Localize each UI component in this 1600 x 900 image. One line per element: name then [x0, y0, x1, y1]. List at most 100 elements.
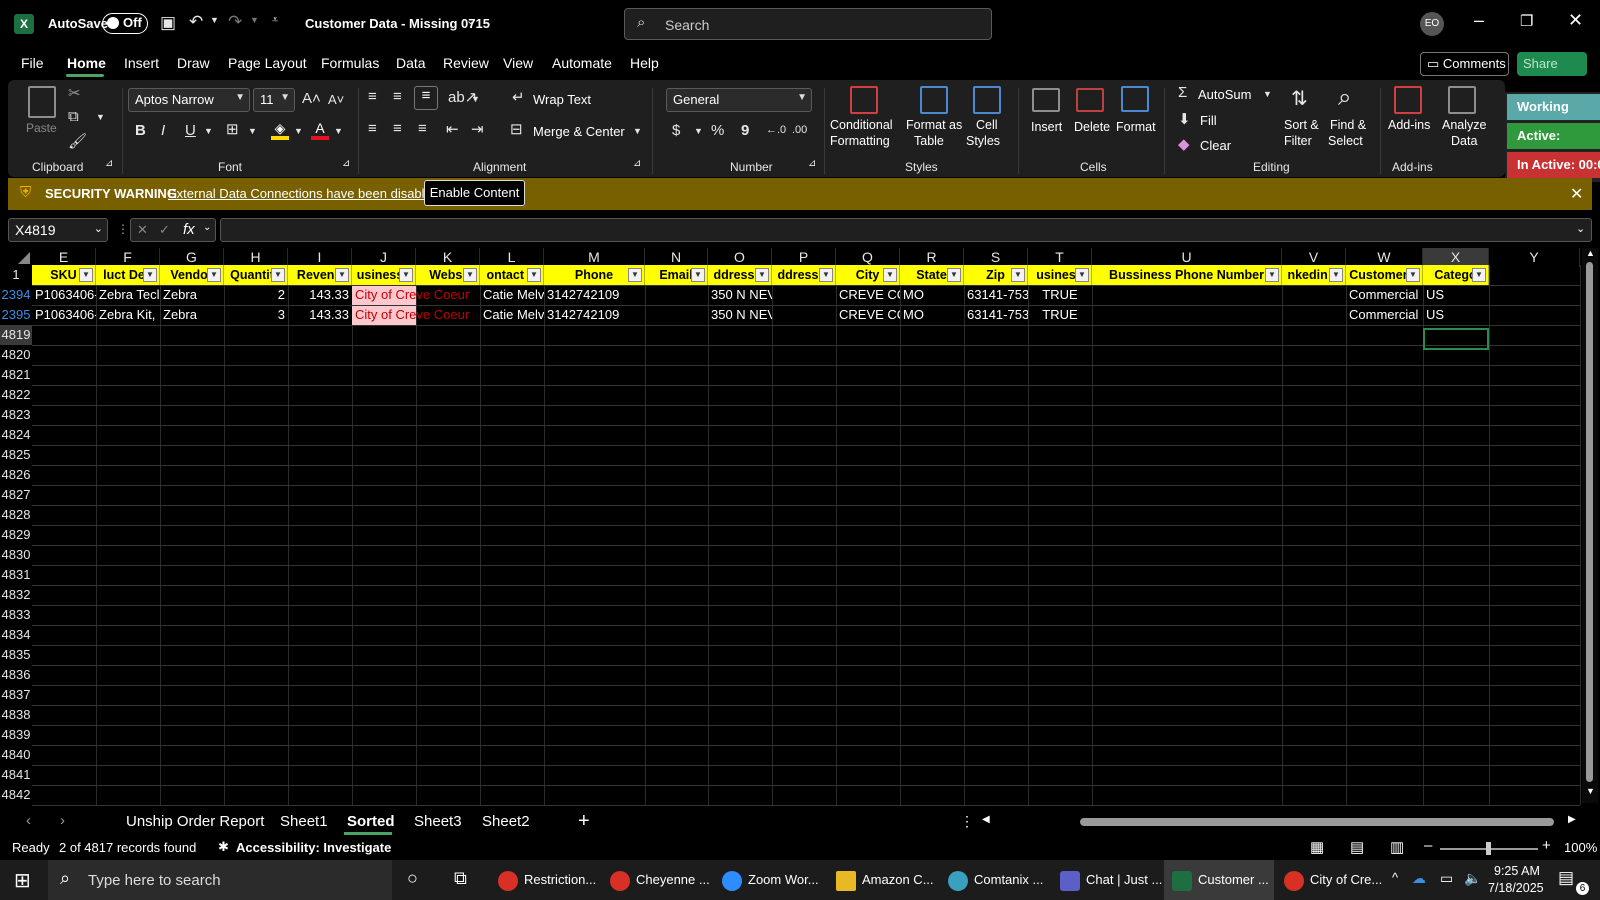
- row-header[interactable]: 4825: [0, 445, 32, 465]
- tab-data[interactable]: Data: [396, 55, 426, 71]
- clock-date[interactable]: 7/18/2025: [1488, 881, 1544, 895]
- zoom-in-icon[interactable]: +: [1542, 837, 1551, 854]
- align-right-icon[interactable]: ≡: [418, 120, 427, 137]
- accessibility-status[interactable]: Accessibility: Investigate: [236, 840, 391, 855]
- scroll-up-icon[interactable]: ▲: [1586, 248, 1595, 258]
- more-options-icon[interactable]: ⋮: [960, 813, 974, 830]
- onedrive-icon[interactable]: ☁: [1412, 870, 1426, 887]
- autosave-toggle[interactable]: Off: [102, 13, 148, 34]
- search-box[interactable]: ⌕ Search: [624, 8, 992, 40]
- redo-dropdown-icon[interactable]: ▼: [250, 15, 259, 25]
- number-format-select[interactable]: General ▼: [666, 88, 812, 112]
- table-cell[interactable]: Catie Melv: [480, 305, 544, 325]
- taskbar-app-comtanix[interactable]: Comtanix ...: [948, 860, 1043, 900]
- row-header[interactable]: 4833: [0, 605, 32, 625]
- sheet-tab-sheet1[interactable]: Sheet1: [280, 813, 328, 830]
- taskbar-app-chrome-restriction[interactable]: Restriction...: [498, 860, 596, 900]
- find-select-sub[interactable]: Select: [1328, 134, 1363, 149]
- bold-button[interactable]: B: [135, 122, 146, 139]
- filter-dropdown-icon[interactable]: ▼: [335, 268, 349, 282]
- prev-sheet-icon[interactable]: ‹: [26, 812, 31, 829]
- filter-dropdown-icon[interactable]: ▼: [79, 268, 93, 282]
- borders-icon[interactable]: ⊞: [226, 120, 239, 138]
- table-cell[interactable]: 3: [224, 305, 288, 325]
- table-header-cell[interactable]: Bussiness Phone Number ▼: [1092, 265, 1282, 285]
- font-size-select[interactable]: 11 ▼: [253, 88, 295, 112]
- expand-formula-icon[interactable]: ⌄: [1576, 222, 1585, 235]
- filter-active-icon[interactable]: ▼: [399, 268, 413, 282]
- next-sheet-icon[interactable]: ›: [60, 812, 65, 829]
- table-cell[interactable]: US: [1423, 305, 1489, 325]
- align-middle-icon[interactable]: ≡: [393, 88, 402, 105]
- fill-button[interactable]: Fill: [1200, 113, 1217, 128]
- row-header[interactable]: 4834: [0, 625, 32, 645]
- autosum-button[interactable]: AutoSum: [1198, 87, 1251, 102]
- row-header[interactable]: 4839: [0, 725, 32, 745]
- copy-icon[interactable]: ⧉: [68, 108, 79, 125]
- tab-insert[interactable]: Insert: [124, 55, 159, 71]
- filter-dropdown-icon[interactable]: ▼: [819, 268, 833, 282]
- font-name-select[interactable]: Aptos Narrow ▼: [128, 88, 250, 112]
- copy-dropdown-icon[interactable]: ▼: [96, 112, 105, 122]
- table-header-cell[interactable]: Phone ▼: [544, 265, 645, 285]
- row-header[interactable]: 4819: [0, 325, 32, 345]
- volume-icon[interactable]: 🔈: [1464, 870, 1481, 887]
- row-header[interactable]: 4836: [0, 665, 32, 685]
- row-header[interactable]: 4831: [0, 565, 32, 585]
- horizontal-scroll-thumb[interactable]: [1080, 818, 1554, 826]
- autosum-icon[interactable]: Σ: [1178, 84, 1187, 101]
- decrease-font-icon[interactable]: A˅: [328, 92, 344, 107]
- wrap-text-button[interactable]: Wrap Text: [533, 92, 591, 107]
- sort-filter-button[interactable]: Sort &: [1284, 118, 1319, 133]
- autosum-dropdown-icon[interactable]: ▼: [1263, 89, 1272, 99]
- spreadsheet-grid[interactable]: EFGHIJKLMNOPQRSTUVWXY 1 2394 2395 4819 4820 4…: [0, 248, 1600, 808]
- currency-dropdown-icon[interactable]: ▼: [694, 126, 703, 136]
- chevron-down-icon[interactable]: ⌄: [203, 222, 211, 233]
- orientation-dropdown-icon[interactable]: ▼: [471, 94, 480, 104]
- table-cell[interactable]: TRUE: [1028, 285, 1092, 305]
- taskbar-app-amazon[interactable]: Amazon C...: [836, 860, 934, 900]
- select-all-corner[interactable]: [18, 252, 30, 264]
- table-header-cell[interactable]: Catego ▼: [1423, 265, 1489, 285]
- cell-styles-button[interactable]: Cell: [976, 118, 998, 133]
- fill-color-icon[interactable]: ◈: [271, 120, 289, 140]
- row-header[interactable]: 2394: [0, 285, 32, 305]
- merge-center-button[interactable]: Merge & Center: [533, 124, 625, 139]
- analyze-data-sub[interactable]: Data: [1451, 134, 1477, 149]
- filter-active-icon[interactable]: ▼: [1075, 268, 1089, 282]
- filter-dropdown-icon[interactable]: ▼: [1472, 268, 1486, 282]
- table-header-cell[interactable]: ontact N ▼: [480, 265, 544, 285]
- merge-dropdown-icon[interactable]: ▼: [633, 126, 642, 136]
- filter-dropdown-icon[interactable]: ▼: [527, 268, 541, 282]
- row-header[interactable]: 4826: [0, 465, 32, 485]
- tab-draw[interactable]: Draw: [177, 55, 210, 71]
- clear-button[interactable]: Clear: [1200, 138, 1231, 153]
- table-cell[interactable]: Catie Melv: [480, 285, 544, 305]
- filter-dropdown-icon[interactable]: ▼: [755, 268, 769, 282]
- row-header[interactable]: 4842: [0, 785, 32, 805]
- accessibility-icon[interactable]: ✱: [218, 839, 229, 855]
- borders-dropdown-icon[interactable]: ▼: [248, 126, 257, 136]
- font-launcher-icon[interactable]: ⊿: [342, 158, 350, 169]
- table-header-cell[interactable]: Vendor ▼: [160, 265, 224, 285]
- table-cell[interactable]: Commercial: [1346, 285, 1423, 305]
- increase-indent-icon[interactable]: ⇥: [471, 120, 484, 138]
- format-as-table-sub[interactable]: Table: [914, 134, 944, 149]
- row-header[interactable]: 4820: [0, 345, 32, 365]
- insert-function-icon[interactable]: fx: [183, 221, 195, 238]
- page-layout-view-icon[interactable]: ▤: [1350, 838, 1364, 856]
- enter-icon[interactable]: ✓: [159, 222, 170, 238]
- filter-dropdown-icon[interactable]: ▼: [1265, 268, 1279, 282]
- cut-icon[interactable]: ✂: [68, 84, 81, 102]
- increase-font-icon[interactable]: A˄: [302, 90, 321, 107]
- decrease-indent-icon[interactable]: ⇤: [446, 120, 459, 138]
- table-cell[interactable]: 3142742109: [544, 305, 645, 325]
- wrap-text-icon[interactable]: ↵: [512, 88, 525, 106]
- sheet-tab-unship-order-report[interactable]: Unship Order Report: [126, 813, 264, 830]
- find-select-icon[interactable]: ⌕: [1338, 84, 1351, 112]
- format-cells-button[interactable]: Format: [1116, 120, 1156, 135]
- filter-dropdown-icon[interactable]: ▼: [1329, 268, 1343, 282]
- table-cell[interactable]: 3142742109: [544, 285, 645, 305]
- table-header-cell[interactable]: City ▼: [836, 265, 900, 285]
- taskbar-app-chrome-city[interactable]: City of Cre...: [1284, 860, 1382, 900]
